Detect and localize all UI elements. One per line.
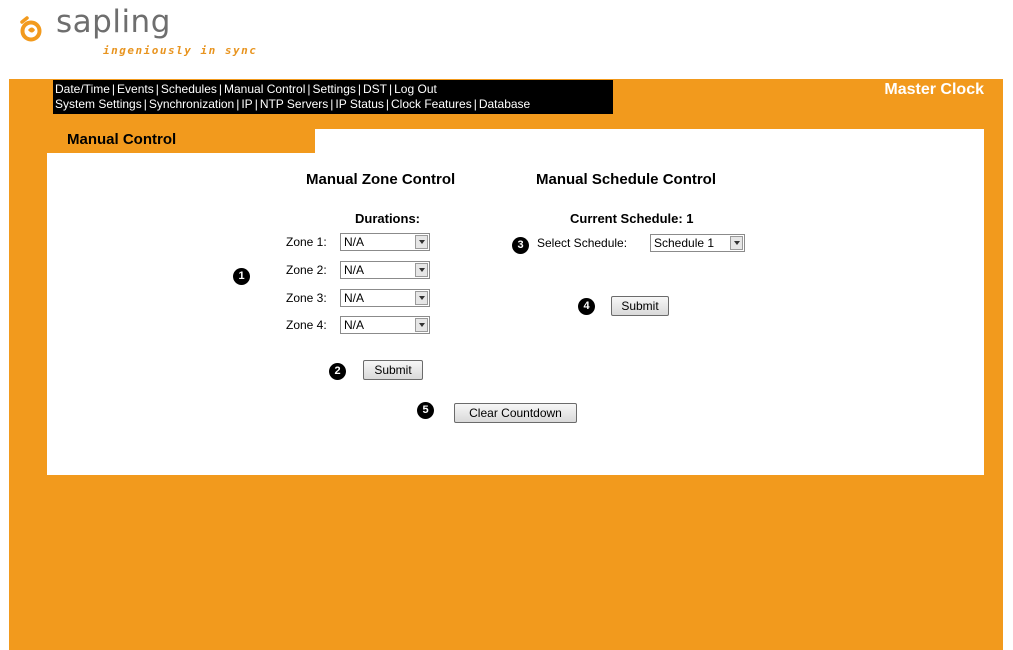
chevron-down-icon	[415, 318, 428, 332]
clear-countdown-button[interactable]: Clear Countdown	[454, 403, 577, 423]
current-schedule-label: Current Schedule: 1	[570, 211, 694, 226]
chevron-down-icon	[415, 291, 428, 305]
zone-2-label: Zone 2:	[286, 263, 327, 277]
zone-2-value: N/A	[344, 263, 365, 277]
zone-4-duration-select[interactable]: N/A	[340, 316, 430, 334]
chevron-down-icon	[415, 263, 428, 277]
nav-link-dst[interactable]: DST	[363, 82, 387, 96]
zone-control-heading: Manual Zone Control	[306, 171, 456, 188]
nav-separator: |	[307, 82, 311, 96]
zone-1-label: Zone 1:	[286, 235, 327, 249]
navigation-menu: Date/Time | Events | Schedules | Manual Contro…	[53, 80, 613, 114]
nav-link-date-time[interactable]: Date/Time	[55, 82, 110, 96]
nav-separator: |	[143, 97, 147, 111]
chevron-down-icon	[730, 236, 743, 250]
nav-separator: |	[155, 82, 159, 96]
zone-3-value: N/A	[344, 291, 365, 305]
annotation-marker-4: 4	[578, 298, 595, 315]
nav-link-manual-control[interactable]: Manual Control	[224, 82, 305, 96]
nav-separator: |	[330, 97, 334, 111]
nav-link-ntp-servers[interactable]: NTP Servers	[260, 97, 328, 111]
schedule-submit-button[interactable]: Submit	[611, 296, 669, 316]
zone-2-duration-select[interactable]: N/A	[340, 261, 430, 279]
nav-separator: |	[254, 97, 258, 111]
annotation-marker-3: 3	[512, 237, 529, 254]
schedule-select[interactable]: Schedule 1	[650, 234, 745, 252]
annotation-marker-5: 5	[417, 402, 434, 419]
nav-row-primary: Date/Time | Events | Schedules | Manual Contro…	[55, 82, 613, 97]
select-schedule-label: Select Schedule:	[537, 236, 628, 250]
nav-separator: |	[111, 82, 116, 96]
schedule-select-value: Schedule 1	[654, 236, 715, 250]
product-title: Master Clock	[884, 81, 984, 98]
nav-separator: |	[389, 82, 393, 96]
nav-link-events[interactable]: Events	[117, 82, 154, 96]
nav-link-ip[interactable]: IP	[241, 97, 252, 111]
schedule-control-heading: Manual Schedule Control	[536, 171, 717, 188]
zone-3-label: Zone 3:	[286, 291, 327, 305]
nav-link-synchronization[interactable]: Synchronization	[149, 97, 234, 111]
page-title: Manual Control	[67, 131, 177, 148]
annotation-marker-1: 1	[233, 268, 250, 285]
nav-link-settings[interactable]: Settings	[313, 82, 356, 96]
nav-link-log-out[interactable]: Log Out	[394, 82, 437, 96]
zone-1-value: N/A	[344, 235, 365, 249]
content-panel	[47, 129, 984, 475]
nav-row-secondary: System Settings | Synchronization | IP | NTP S…	[55, 97, 613, 112]
zone-4-label: Zone 4:	[286, 318, 327, 332]
nav-link-database[interactable]: Database	[479, 97, 530, 111]
nav-link-schedules[interactable]: Schedules	[161, 82, 217, 96]
zone-submit-button[interactable]: Submit	[363, 360, 423, 380]
durations-label: Durations:	[355, 211, 420, 226]
nav-link-clock-features[interactable]: Clock Features	[391, 97, 472, 111]
zone-4-value: N/A	[344, 318, 365, 332]
sapling-swirl-icon	[20, 16, 42, 42]
nav-separator: |	[236, 97, 240, 111]
nav-separator: |	[473, 97, 477, 111]
logo-wordmark: sapling	[56, 4, 171, 40]
nav-separator: |	[357, 82, 361, 96]
nav-link-ip-status[interactable]: IP Status	[335, 97, 383, 111]
chevron-down-icon	[415, 235, 428, 249]
tagline: ingeniously in sync	[103, 44, 258, 57]
nav-separator: |	[385, 97, 390, 111]
nav-link-system-settings[interactable]: System Settings	[55, 97, 142, 111]
zone-1-duration-select[interactable]: N/A	[340, 233, 430, 251]
nav-separator: |	[218, 82, 223, 96]
zone-3-duration-select[interactable]: N/A	[340, 289, 430, 307]
annotation-marker-2: 2	[329, 363, 346, 380]
